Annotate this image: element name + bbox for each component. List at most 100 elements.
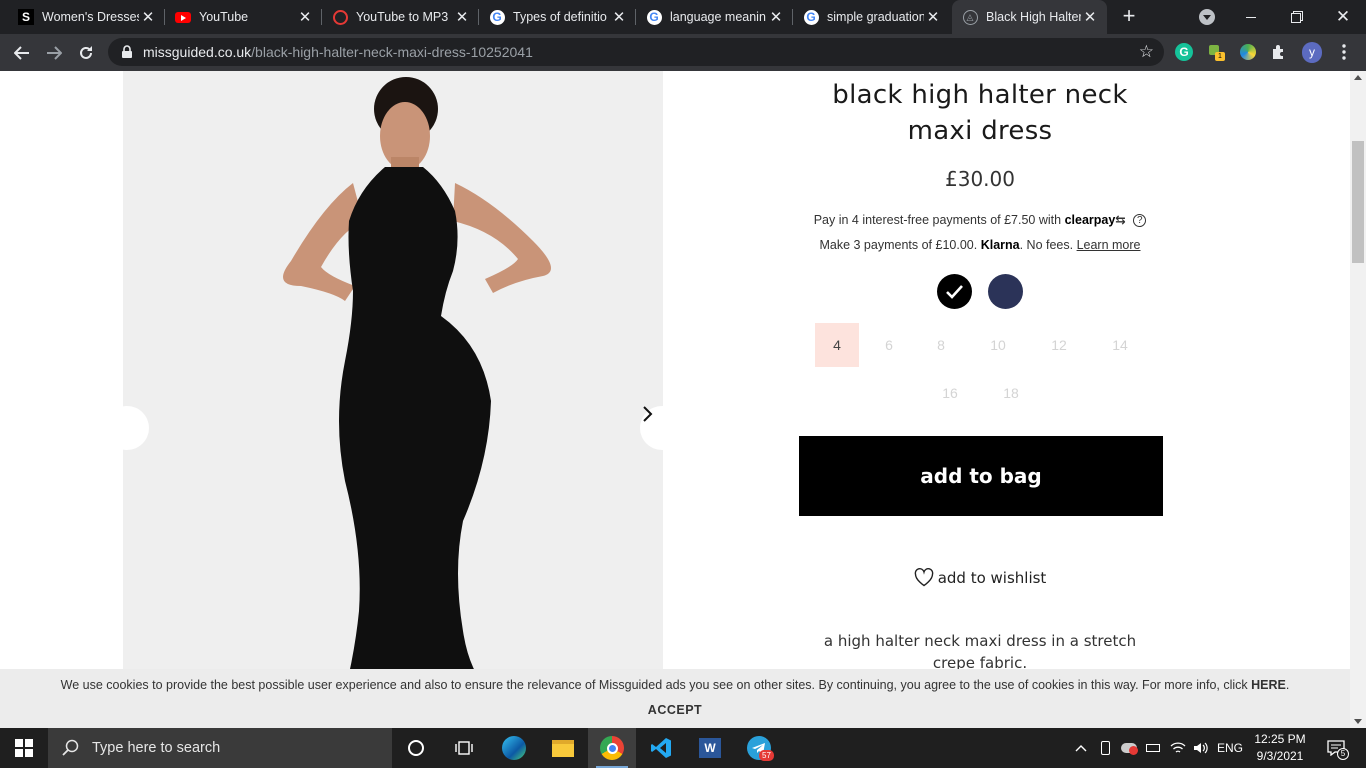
klarna-info: Make 3 payments of £10.00. Klarna. No fe… xyxy=(819,238,1141,252)
url-host: missguided.co.uk xyxy=(143,44,252,60)
tab-black-high-halter[interactable]: ◬ Black High Halter ✕ xyxy=(952,0,1107,34)
size-option-8[interactable]: 8 xyxy=(919,323,963,367)
scroll-down-icon[interactable] xyxy=(1354,719,1362,724)
notification-center-button[interactable]: 5 xyxy=(1318,728,1354,768)
help-question-icon[interactable]: ? xyxy=(1133,214,1147,228)
task-view-button[interactable] xyxy=(440,728,488,768)
scroll-up-icon[interactable] xyxy=(1354,75,1362,80)
colorful-extension-icon[interactable] xyxy=(1238,42,1258,62)
cookie-accept-button[interactable]: ACCEPT xyxy=(625,703,725,717)
tray-cloud-error-icon[interactable] xyxy=(1118,728,1140,768)
search-icon xyxy=(62,739,79,756)
volume-icon[interactable] xyxy=(1190,728,1212,768)
wifi-icon[interactable] xyxy=(1167,728,1189,768)
taskbar-search-box[interactable]: Type here to search xyxy=(48,728,392,768)
cortana-circle-icon xyxy=(408,740,424,756)
language-indicator[interactable]: ENG xyxy=(1215,728,1245,768)
size-option-14[interactable]: 14 xyxy=(1098,323,1142,367)
clearpay-arrows-icon: ⇆ xyxy=(1115,213,1126,227)
product-title: black high halter neck maxi dress xyxy=(832,80,1128,146)
profile-avatar[interactable]: y xyxy=(1302,41,1322,63)
browser-menu-button[interactable] xyxy=(1334,42,1354,62)
size-option-16[interactable]: 16 xyxy=(928,371,972,415)
browser-toolbar: missguided.co.uk/black-high-halter-neck-… xyxy=(0,34,1366,71)
reload-icon xyxy=(80,46,92,59)
s-letter-icon: S xyxy=(18,9,34,25)
close-tab-icon[interactable]: ✕ xyxy=(1081,8,1099,26)
tab-types-of-definition[interactable]: G Types of definitio ✕ xyxy=(479,0,636,34)
tab-youtube-to-mp3[interactable]: YouTube to MP3 ✕ xyxy=(322,0,479,34)
size-option-10[interactable]: 10 xyxy=(976,323,1020,367)
reload-button[interactable] xyxy=(72,39,100,67)
close-tab-icon[interactable]: ✕ xyxy=(610,8,628,26)
page-scrollbar[interactable] xyxy=(1350,71,1366,728)
windows-logo-icon xyxy=(15,739,33,757)
colour-swatch-navy[interactable] xyxy=(988,274,1023,309)
product-image xyxy=(123,71,663,691)
tab-simple-graduation[interactable]: G simple graduation ✕ xyxy=(793,0,950,34)
close-window-button[interactable]: ✕ xyxy=(1320,0,1366,34)
file-explorer-taskbar-icon[interactable] xyxy=(539,728,587,768)
minimize-button[interactable] xyxy=(1228,0,1274,34)
telegram-unread-badge: 57 xyxy=(759,750,774,761)
cortana-button[interactable] xyxy=(392,728,440,768)
restore-icon xyxy=(1291,11,1303,23)
telegram-taskbar-icon[interactable]: 57 xyxy=(735,728,783,768)
close-tab-icon[interactable]: ✕ xyxy=(767,8,785,26)
chrome-taskbar-icon[interactable] xyxy=(588,728,636,768)
scrollbar-thumb[interactable] xyxy=(1352,141,1364,263)
back-button[interactable] xyxy=(8,39,36,67)
taskbar-clock[interactable]: 12:25 PM 9/3/2021 xyxy=(1244,731,1316,765)
battery-icon[interactable] xyxy=(1143,728,1163,768)
close-tab-icon[interactable]: ✕ xyxy=(296,8,314,26)
close-tab-icon[interactable]: ✕ xyxy=(139,8,157,26)
size-option-12[interactable]: 12 xyxy=(1037,323,1081,367)
red-circle-icon xyxy=(332,9,348,25)
google-icon: G xyxy=(803,9,819,25)
heart-icon xyxy=(914,568,933,587)
new-tab-button[interactable]: + xyxy=(1119,5,1139,27)
clearpay-logo: clearpay xyxy=(1064,213,1116,227)
cookie-text: We use cookies to provide the best possi… xyxy=(60,678,1248,692)
address-bar[interactable]: missguided.co.uk/black-high-halter-neck-… xyxy=(108,38,1164,66)
puzzle-extensions-icon[interactable] xyxy=(1269,42,1289,62)
task-view-icon xyxy=(455,741,473,755)
tab-strip: S Women's Dresses ✕ YouTube ✕ YouTube to… xyxy=(0,0,1366,34)
google-icon: G xyxy=(489,9,505,25)
add-to-bag-button[interactable]: add to bag xyxy=(799,436,1163,516)
vscode-taskbar-icon[interactable] xyxy=(637,728,685,768)
bookmark-star-icon[interactable]: ☆ xyxy=(1139,43,1154,61)
arrow-right-icon xyxy=(47,46,62,60)
chevron-down-icon xyxy=(1199,9,1215,25)
extension-badge-icon[interactable]: 1 xyxy=(1206,42,1226,62)
model-in-black-dress-image xyxy=(123,71,663,691)
show-hidden-icons-button[interactable] xyxy=(1070,728,1092,768)
word-taskbar-icon[interactable]: W xyxy=(686,728,734,768)
tab-youtube[interactable]: YouTube ✕ xyxy=(165,0,322,34)
size-option-18[interactable]: 18 xyxy=(989,371,1033,415)
missguided-icon: ◬ xyxy=(962,9,978,25)
arrow-left-icon xyxy=(14,46,29,60)
grammarly-extension-icon[interactable]: G xyxy=(1174,42,1194,62)
tray-device-icon[interactable] xyxy=(1095,728,1115,768)
product-description: a high halter neck maxi dress in a stret… xyxy=(823,632,1137,672)
close-tab-icon[interactable]: ✕ xyxy=(453,8,471,26)
clearpay-info: Pay in 4 interest-free payments of £7.50… xyxy=(780,212,1180,228)
restore-button[interactable] xyxy=(1274,0,1320,34)
size-option-6[interactable]: 6 xyxy=(867,323,911,367)
start-button[interactable] xyxy=(0,728,48,768)
learn-more-link[interactable]: Learn more xyxy=(1077,238,1141,252)
close-icon: ✕ xyxy=(1335,7,1351,26)
tab-womens-dresses[interactable]: S Women's Dresses ✕ xyxy=(8,0,165,34)
cookie-more-info-link[interactable]: HERE xyxy=(1251,678,1286,692)
add-to-wishlist-button[interactable]: add to wishlist xyxy=(780,568,1180,587)
size-option-4[interactable]: 4 xyxy=(815,323,859,367)
tab-language-meaning[interactable]: G language meanin ✕ xyxy=(636,0,793,34)
tab-search-button[interactable] xyxy=(1184,0,1230,34)
close-tab-icon[interactable]: ✕ xyxy=(924,8,942,26)
colour-swatch-black[interactable] xyxy=(937,274,972,309)
checkmark-icon xyxy=(946,285,963,299)
edge-taskbar-icon[interactable] xyxy=(490,728,538,768)
chevron-right-icon xyxy=(643,406,653,422)
forward-button[interactable] xyxy=(40,39,68,67)
